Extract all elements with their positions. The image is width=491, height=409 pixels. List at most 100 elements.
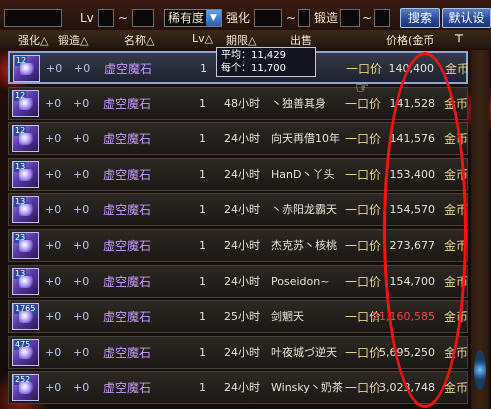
forge-tilde: ~ [362,11,373,25]
buyout-label[interactable]: 一口价 [345,168,381,182]
item-level: 1 [199,345,206,359]
col-name[interactable]: 名称△ [124,32,154,48]
filter-bar: Lv ~ 稀有度 ▼ 强化 ~ 锻造 ~ 搜索 默认设置 [0,0,491,43]
forge-value: +0 [73,203,90,217]
buyout-label[interactable]: 一口价 [345,97,381,111]
void-stone-icon: 23 [12,232,39,259]
item-quantity: 12 [14,90,27,101]
pin-icon[interactable]: ⊤ [454,32,464,45]
void-stone-icon: 13 [12,196,39,224]
item-name: 虚空魔石 [103,239,152,253]
rarity-select-value: 稀有度 [168,11,205,25]
reset-button[interactable]: 默认设置 [442,8,491,43]
price-value: 154,570 [389,203,436,217]
gold-unit-label: 金币 [444,239,469,253]
enhance-max-input[interactable] [298,9,310,27]
col-strengthen[interactable]: 强化△ [18,32,48,48]
table-row[interactable]: 1765 +0 +0 虚空魔石 1 25小时 剑魍天 一口价 21,160,585 金币 [8,300,468,334]
void-stone-icon: 12 [13,55,40,82]
strengthen-value: +0 [45,167,62,181]
tooltip-avg-label: 平均： [221,50,251,61]
tooltip-each-label: 每个： [221,63,251,74]
enhance-label: 强化 [226,11,251,25]
lv-min-input[interactable] [98,9,114,27]
gold-unit-label: 金币 [444,381,469,396]
table-row[interactable]: 12 +0 +0 虚空魔石 1 48小时 丶独善其身 一口价 141,528 金币 [8,86,468,120]
col-duration[interactable]: 期限△ [226,32,256,48]
strengthen-value: +0 [45,132,62,146]
table-row[interactable]: 13 +0 +0 虚空魔石 1 24小时 HanD丶丫头 一口价 153,400 金币 [8,157,468,191]
strengthen-value: +0 [45,203,62,217]
hand-cursor-icon: ☞ [355,78,370,97]
col-seller[interactable]: 出售 [290,32,312,48]
price-value: 3,023,748 [379,381,435,395]
void-stone-icon: 13 [12,267,39,295]
seller-name: Poseidon~ [271,274,330,288]
seller-name: Winsky丶奶茶 [271,381,343,395]
name-filter-input[interactable] [4,9,62,27]
price-value: 140,400 [388,62,435,75]
item-name: 虚空魔石 [103,274,152,289]
item-name: 虚空魔石 [104,62,153,76]
gold-unit-label: 金币 [444,203,469,218]
seller-name: 丶独善其身 [271,96,326,110]
table-row[interactable]: 23 +0 +0 虚空魔石 1 24小时 杰克苏丶核桃 一口价 273,677 金币 [8,229,468,262]
seller-name: 杰克苏丶核桃 [271,239,337,252]
seller-name: HanD丶丫头 [271,167,335,181]
buyout-label[interactable]: 一口价 [345,275,381,289]
buyout-label[interactable]: 一口价 [345,381,381,395]
forge-value: +0 [74,62,91,75]
price-value: 21,160,585 [372,310,435,324]
forge-value: +0 [73,274,90,288]
lv-max-input[interactable] [132,9,154,27]
buyout-label[interactable]: 一口价 [346,62,382,76]
buyout-label[interactable]: 一口价 [345,346,381,360]
strengthen-value: +0 [45,274,62,288]
item-duration: 24小时 [224,203,260,217]
rarity-select[interactable]: 稀有度 ▼ [164,9,222,27]
seller-name: 剑魍天 [271,310,304,324]
price-value: 153,400 [389,167,436,181]
table-row[interactable]: 475 +0 +0 虚空魔石 1 24小时 叶夜城づ逆天 一口价 5,695,250 金币 [8,335,469,369]
table-row[interactable]: 13 +0 +0 虚空魔石 1 24小时 丶赤阳龙霸天 一口价 154,570 金币 [8,193,469,227]
table-row[interactable]: 13 +0 +0 虚空魔石 1 24小时 Poseidon~ 一口价 154,700 金币 [8,264,469,298]
buyout-label[interactable]: 一口价 [345,132,381,146]
item-level: 1 [199,132,206,146]
scrollbar[interactable] [471,50,489,409]
forge-value: +0 [73,345,90,359]
table-row[interactable]: 12 +0 +0 虚空魔石 1 24小时 向天再借10年 一口价 141,576 金币 [8,122,468,156]
item-name: 虚空魔石 [103,132,152,147]
seller-name: 丶赤阳龙霸天 [271,203,337,217]
forge-min-input[interactable] [340,9,360,27]
enhance-min-input[interactable] [254,9,282,27]
item-level: 1 [199,310,206,324]
gold-unit-label: 金币 [444,274,469,289]
lv-tilde: ~ [118,11,129,25]
item-name: 虚空魔石 [103,96,152,111]
buyout-label[interactable]: 一口价 [345,239,381,253]
gold-unit-label: 金币 [444,345,469,360]
search-button[interactable]: 搜索 [400,8,440,28]
table-header: 强化△ 锻造△ 名称△ Lv△ 期限△ 出售 价格(金币 ⊤ [0,30,491,48]
item-quantity: 13 [14,268,27,279]
chevron-down-icon[interactable]: ▼ [206,10,221,26]
item-quantity: 13 [14,197,27,208]
forge-value: +0 [73,132,90,146]
forge-max-input[interactable] [374,9,390,27]
table-row[interactable]: 252 +0 +0 虚空魔石 1 24小时 Winsky丶奶茶 一口价 3,023,748 金币 [8,371,469,405]
forge-value: +0 [73,167,90,181]
forge-value: +0 [73,96,90,110]
strengthen-value: +0 [46,62,63,75]
buyout-label[interactable]: 一口价 [345,203,381,217]
col-price[interactable]: 价格(金币 [386,32,434,48]
void-stone-icon: 475 [12,338,39,366]
item-duration: 24小时 [224,167,260,181]
col-forge[interactable]: 锻造△ [58,32,88,48]
strengthen-value: +0 [45,96,62,110]
scrollbar-thumb[interactable] [474,350,486,390]
item-name: 虚空魔石 [103,310,152,325]
enhance-tilde: ~ [286,11,297,25]
item-level: 1 [199,203,206,217]
void-stone-icon: 12 [12,89,39,117]
col-lv[interactable]: Lv△ [192,32,213,45]
